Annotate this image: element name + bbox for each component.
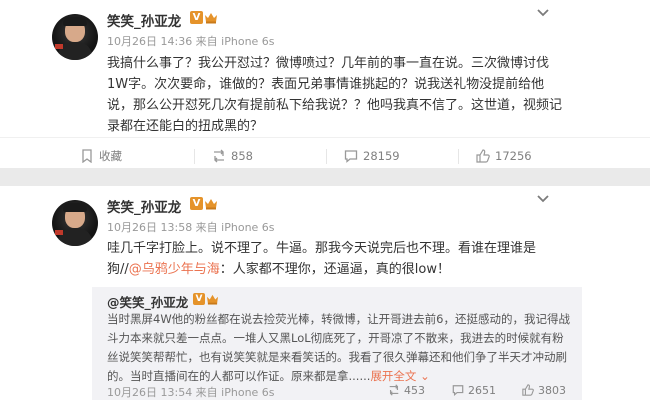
reposted-text-body: 当时黑屏4W他的粉丝都在说去捡荧光棒，转微博，让开哥进去前6，还挺感动的，我记得… xyxy=(107,312,570,383)
repost-icon xyxy=(389,384,399,396)
post-content: 我搞什么事了？我公开怼过？微博喷过？几年前的事一直在说。三次微博讨伐1W字。次次… xyxy=(107,56,563,134)
weibo-post-1: 笑笑_孙亚龙 V 10月26日 14:36 来自 iPhone 6s 我搞什么事… xyxy=(0,0,650,168)
verified-icon: V xyxy=(190,11,203,24)
username[interactable]: 笑笑_孙亚龙 xyxy=(107,10,181,30)
avatar[interactable] xyxy=(52,200,98,246)
avatar[interactable] xyxy=(52,14,98,60)
reposted-text: 当时黑屏4W他的粉丝都在说去捡荧光棒，转微博，让开哥进去前6，还挺感动的，我记得… xyxy=(107,310,572,386)
username[interactable]: 笑笑_孙亚龙 xyxy=(107,196,181,216)
crown-icon xyxy=(206,294,219,305)
mention-link[interactable]: @乌鸦少年与海 xyxy=(129,262,220,277)
crown-icon[interactable] xyxy=(204,197,218,210)
post-meta: 10月26日 14:36 来自 iPhone 6s xyxy=(107,35,275,48)
expand-chevron-icon[interactable]: ⌄ xyxy=(416,369,430,383)
verified-icon: V xyxy=(193,293,205,305)
verified-icon: V xyxy=(190,197,203,210)
chevron-down-icon[interactable] xyxy=(536,8,550,18)
reposted-weibo[interactable]: @笑笑_孙亚龙 V 当时黑屏4W他的粉丝都在说去捡荧光棒，转微博，让开哥进去前6… xyxy=(92,287,582,400)
comment-icon xyxy=(452,385,464,396)
reposted-repost-count: 453 xyxy=(404,384,425,397)
post-divider xyxy=(0,168,650,186)
repost-icon xyxy=(214,149,224,163)
like-icon xyxy=(522,384,534,396)
content-text: ：人家都不理你，还逼逼，真的很low！ xyxy=(219,262,450,277)
crown-icon[interactable] xyxy=(204,11,218,24)
weibo-post-2: 笑笑_孙亚龙 V 10月26日 13:58 来自 iPhone 6s 哇几千字打… xyxy=(0,186,650,400)
like-icon xyxy=(476,149,490,163)
post-content: 哇几千字打脸上。说不理了。牛逼。那我今天说完后也不理。看谁在理谁是狗//@乌鸦少… xyxy=(107,238,557,280)
comment-icon xyxy=(344,150,358,163)
reposted-meta: 10月26日 13:54 来自 iPhone 6s xyxy=(107,386,275,399)
favorite-icon xyxy=(82,149,92,163)
post-meta: 10月26日 13:58 来自 iPhone 6s xyxy=(107,221,275,234)
chevron-down-icon[interactable] xyxy=(536,194,550,204)
reposted-comment-count: 2651 xyxy=(468,384,496,397)
expand-full-text-link[interactable]: 展开全文 xyxy=(370,369,416,383)
reposted-username[interactable]: @笑笑_孙亚龙 xyxy=(107,292,188,311)
reposted-like-count: 3803 xyxy=(538,384,566,397)
